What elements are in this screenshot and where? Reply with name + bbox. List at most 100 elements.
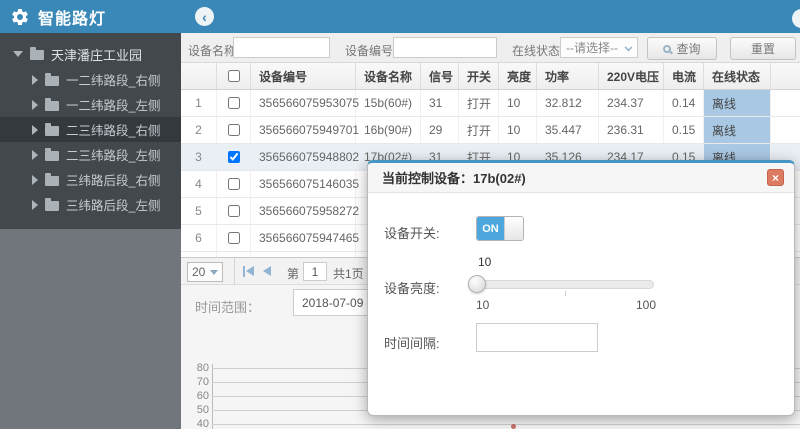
row-number: 5 [181, 198, 217, 224]
cell-device-no: 356566075953075 [251, 90, 359, 116]
chart-tick-60: 60 [196, 390, 209, 402]
cell-power: 32.812 [537, 90, 599, 116]
device-no-label: 设备编号: [345, 44, 397, 58]
query-button[interactable]: 查询 [647, 37, 717, 60]
tree-item[interactable]: 三纬路后段_右侧 [0, 167, 181, 192]
tree-item[interactable]: 三纬路后段_左侧 [0, 192, 181, 217]
row-checkbox[interactable] [227, 178, 240, 190]
folder-icon [45, 197, 59, 211]
table-row[interactable]: 2 356566075949701 16b(90#) 29 打开 10 35.4… [181, 117, 800, 144]
page-size-value: 20 [192, 265, 206, 279]
table-row[interactable]: 1 356566075953075 15b(60#) 31 打开 10 32.8… [181, 90, 800, 117]
time-interval-input[interactable] [476, 323, 598, 352]
row-checkbox-cell [217, 144, 251, 170]
cell-status: 离线 [704, 90, 771, 116]
caret-right-icon [32, 124, 38, 135]
folder-icon [45, 172, 59, 186]
row-checkbox[interactable] [227, 124, 240, 136]
time-interval-label: 时间间隔: [384, 336, 440, 351]
folder-icon [45, 72, 59, 86]
folder-icon [45, 147, 59, 161]
brightness-min-label: 10 [476, 298, 490, 312]
row-number: 4 [181, 171, 217, 197]
header-device-name: 设备名称 [356, 63, 421, 89]
first-page-button[interactable] [243, 266, 255, 277]
brightness-slider-track[interactable] [476, 280, 654, 289]
cell-brightness: 10 [499, 90, 537, 116]
device-switch-toggle[interactable]: ON [476, 216, 524, 241]
header-filler [771, 63, 800, 89]
caret-right-icon [32, 149, 38, 160]
header-device-no: 设备编号 [251, 63, 356, 89]
header-brightness: 亮度 [499, 63, 537, 89]
online-status-value: --请选择-- [566, 41, 618, 55]
row-number: 3 [181, 144, 217, 170]
page-total-label: 共1页 [333, 267, 364, 281]
device-switch-label: 设备开关: [384, 226, 440, 241]
row-checkbox[interactable] [227, 205, 240, 217]
device-control-modal: 当前控制设备：17b(02#) × 设备开关: ON 10 设备亮度: 10 1… [367, 160, 795, 416]
caret-right-icon [32, 174, 38, 185]
header-signal: 信号 [421, 63, 459, 89]
row-number: 6 [181, 225, 217, 251]
time-range-label: 时间范围： [195, 300, 261, 315]
page-size-select[interactable]: 20 [187, 262, 223, 282]
tree-item[interactable]: 二三纬路段_左侧 [0, 142, 181, 167]
cell-voltage: 234.37 [599, 90, 664, 116]
app-root: 智能路灯 天津潘庄工业园 一二纬路段_右侧 一二纬路段_左侧 二三纬路段_右侧 … [0, 0, 800, 429]
collapse-sidebar-button[interactable]: ‹ [195, 7, 214, 26]
caret-right-icon [32, 199, 38, 210]
cell-device-no: 356566075146035 [251, 171, 359, 197]
cell-device-no: 356566075958272 [251, 198, 359, 224]
modal-title: 当前控制设备：17b(02#) [382, 171, 526, 186]
row-checkbox-cell [217, 171, 251, 197]
tree-item[interactable]: 一二纬路段_左侧 [0, 92, 181, 117]
cell-switch: 打开 [459, 117, 499, 143]
device-brightness-label: 设备亮度: [384, 281, 440, 296]
app-title: 智能路灯 [38, 10, 107, 28]
chart-data-point [511, 424, 516, 429]
brightness-slider-handle[interactable] [468, 275, 486, 293]
page-number-input[interactable] [303, 262, 327, 281]
cell-signal: 29 [421, 117, 459, 143]
cell-voltage: 236.31 [599, 117, 664, 143]
tree-item[interactable]: 二三纬路段_右侧 [0, 117, 181, 142]
nav-right-button[interactable] [792, 9, 800, 28]
tree-item-label: 一二纬路段_右侧 [66, 74, 161, 88]
tree-item[interactable]: 一二纬路段_右侧 [0, 67, 181, 92]
row-number: 1 [181, 90, 217, 116]
close-icon[interactable]: × [767, 169, 784, 186]
row-checkbox[interactable] [227, 97, 240, 109]
chart-tick-70: 70 [196, 376, 209, 388]
prev-page-button[interactable] [263, 266, 273, 277]
tree-item-label: 二三纬路段_右侧 [66, 124, 161, 138]
device-name-input[interactable] [233, 37, 330, 58]
device-no-input[interactable] [393, 37, 497, 58]
caret-right-icon [32, 74, 38, 85]
online-status-select[interactable]: --请选择-- [560, 37, 638, 58]
cell-device-no: 356566075949701 [251, 117, 359, 143]
reset-button-label: 重置 [750, 42, 775, 56]
page-prefix-label: 第 [287, 267, 300, 281]
folder-icon [45, 122, 59, 136]
folder-open-icon [30, 47, 44, 60]
top-bar: ‹ [181, 0, 800, 33]
select-all-checkbox[interactable] [227, 70, 240, 82]
row-checkbox[interactable] [227, 232, 240, 244]
sidebar: 智能路灯 天津潘庄工业园 一二纬路段_右侧 一二纬路段_左侧 二三纬路段_右侧 … [0, 0, 181, 429]
reset-button[interactable]: 重置 [730, 37, 796, 60]
tree-root-node[interactable]: 天津潘庄工业园 [0, 41, 181, 67]
row-checkbox-cell [217, 90, 251, 116]
row-checkbox[interactable] [227, 151, 240, 163]
cell-device-name: 15b(60#) [356, 90, 421, 116]
chart-tick-80: 80 [196, 362, 209, 374]
cell-device-name: 16b(90#) [356, 117, 421, 143]
brightness-max-label: 100 [636, 298, 657, 312]
tree-item-label: 一二纬路段_左侧 [66, 99, 161, 113]
app-header: 智能路灯 [0, 0, 181, 33]
filter-bar: 设备名称: 设备编号: 在线状态: --请选择-- 查询 重置 [181, 33, 800, 63]
chart-tick-50: 50 [196, 404, 209, 416]
dropdown-arrow-icon [210, 269, 218, 275]
header-power: 功率 [537, 63, 599, 89]
cell-switch: 打开 [459, 90, 499, 116]
